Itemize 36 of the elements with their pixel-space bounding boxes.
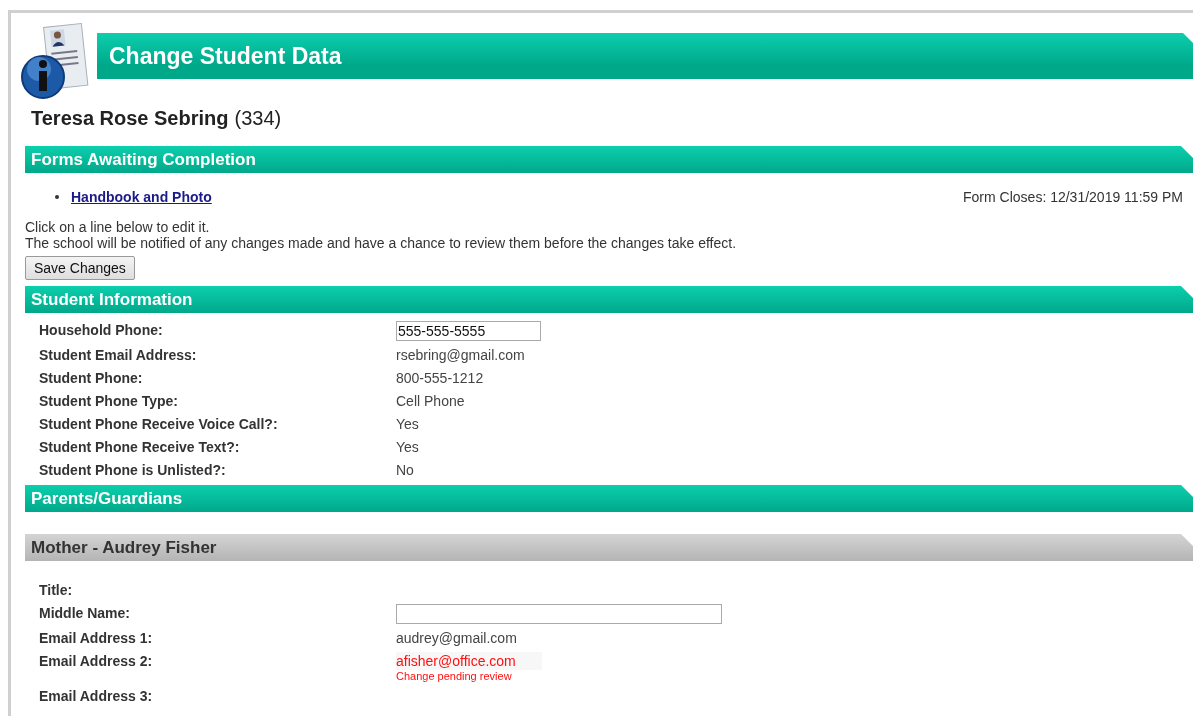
form-closes: Form Closes: 12/31/2019 11:59 PM: [963, 189, 1183, 205]
student-name: Teresa Rose Sebring: [31, 107, 229, 130]
field-value: rsebring@gmail.com: [396, 346, 526, 364]
section-header: Forms Awaiting Completion: [25, 146, 1193, 173]
guardian-header: Mother - Audrey Fisher: [25, 534, 1193, 561]
field-label: Student Email Address:: [39, 346, 198, 364]
field-label: Student Phone Receive Text?:: [39, 438, 241, 456]
section-header: Parents/Guardians: [25, 485, 1193, 512]
field-value: audrey@gmail.com: [396, 629, 518, 647]
pending-note: Change pending review: [396, 670, 513, 682]
student-id: (334): [234, 107, 282, 130]
field-value: No: [396, 461, 415, 479]
field-label: Student Phone is Unlisted?:: [39, 461, 227, 479]
field-value: Cell Phone: [396, 392, 466, 410]
field-label: Student Phone Receive Voice Call?:: [39, 415, 279, 433]
section-header: Student Information: [25, 286, 1193, 313]
field-label: Email Address 2:: [39, 652, 154, 670]
text-field[interactable]: 555-555-5555: [396, 321, 541, 341]
text-field[interactable]: [396, 604, 722, 624]
field-label: Household Phone:: [39, 321, 164, 339]
field-label: Title:: [39, 581, 74, 599]
field-label: Email Address 3:: [39, 687, 154, 705]
field-label: Email Address 1:: [39, 629, 154, 647]
save-button[interactable]: Save Changes: [25, 256, 135, 280]
instruction-text: Click on a line below to edit it.: [25, 219, 211, 235]
page-title: Change Student Data: [97, 33, 1193, 79]
pending-value: afisher@office.com: [396, 652, 542, 670]
field-value: Yes: [396, 415, 420, 433]
field-value: 800-555-1212: [396, 369, 485, 387]
instruction-text: The school will be notified of any changes made and have a chance to review them before the changes take effect.: [25, 235, 738, 251]
bullet-icon: [55, 195, 59, 199]
field-label: Student Phone:: [39, 369, 144, 387]
field-label: Middle Name:: [39, 604, 131, 622]
field-value: Yes: [396, 438, 420, 456]
field-label: Student Phone Type:: [39, 392, 179, 410]
form-link[interactable]: Handbook and Photo: [71, 189, 212, 205]
